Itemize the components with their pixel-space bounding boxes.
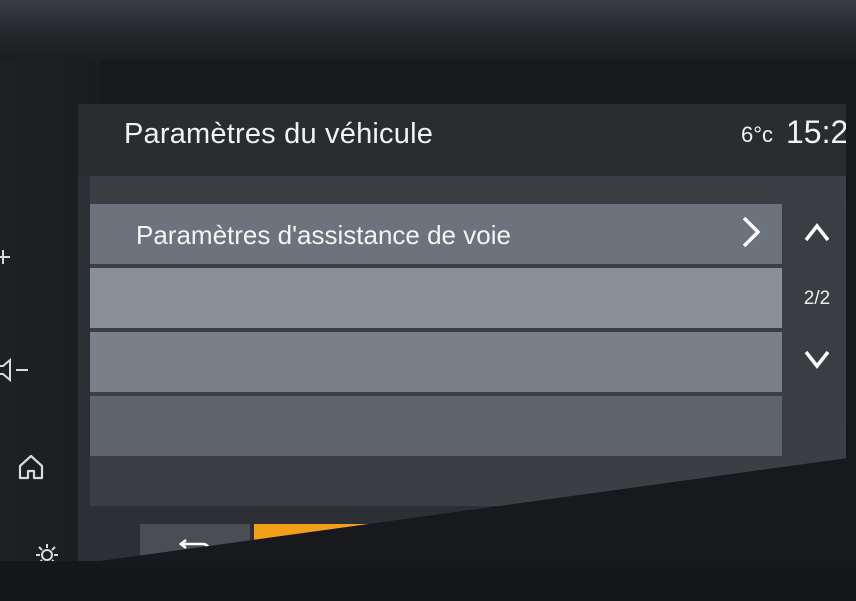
status-header: Paramètres du véhicule 6°c 15:25 (78, 104, 846, 176)
clock: 15:25 (786, 114, 846, 150)
page-title: Paramètres du véhicule (124, 118, 434, 150)
settings-list-area: Paramètres d'assistance de voie 2/2 (90, 176, 846, 506)
list-item-empty (90, 396, 782, 456)
list-item-label: Paramètres d'assistance de voie (136, 220, 511, 250)
device-bezel-top (0, 0, 856, 60)
home-icon[interactable] (16, 452, 46, 482)
tab-parking-aids[interactable]: Aides parking (642, 524, 798, 564)
list-item-empty (90, 268, 782, 328)
chevron-right-icon (742, 216, 761, 248)
list-item-lane-assist[interactable]: Paramètres d'assistance de voie (90, 204, 782, 264)
plus-hw-icon[interactable] (0, 248, 12, 266)
infotainment-screen: Paramètres du véhicule 6°c 15:25 Paramèt… (78, 104, 846, 564)
back-button[interactable] (140, 524, 252, 564)
tab-driving-aids[interactable]: Aides conduite (254, 524, 462, 564)
temperature-readout: 6°c (741, 122, 774, 147)
list-item-empty (90, 332, 782, 392)
chevron-up-icon[interactable] (802, 218, 832, 248)
tab-access[interactable]: Accès (464, 524, 640, 564)
chevron-down-icon[interactable] (802, 344, 832, 374)
device-bezel-bottom (0, 561, 856, 601)
back-arrow-icon (178, 538, 211, 558)
tab-bar: Aides conduite Accès Aides parking (140, 524, 840, 564)
page-indicator: 2/2 (803, 288, 831, 309)
volume-down-icon[interactable] (0, 358, 30, 382)
scroll-controls: 2/2 (790, 204, 844, 424)
